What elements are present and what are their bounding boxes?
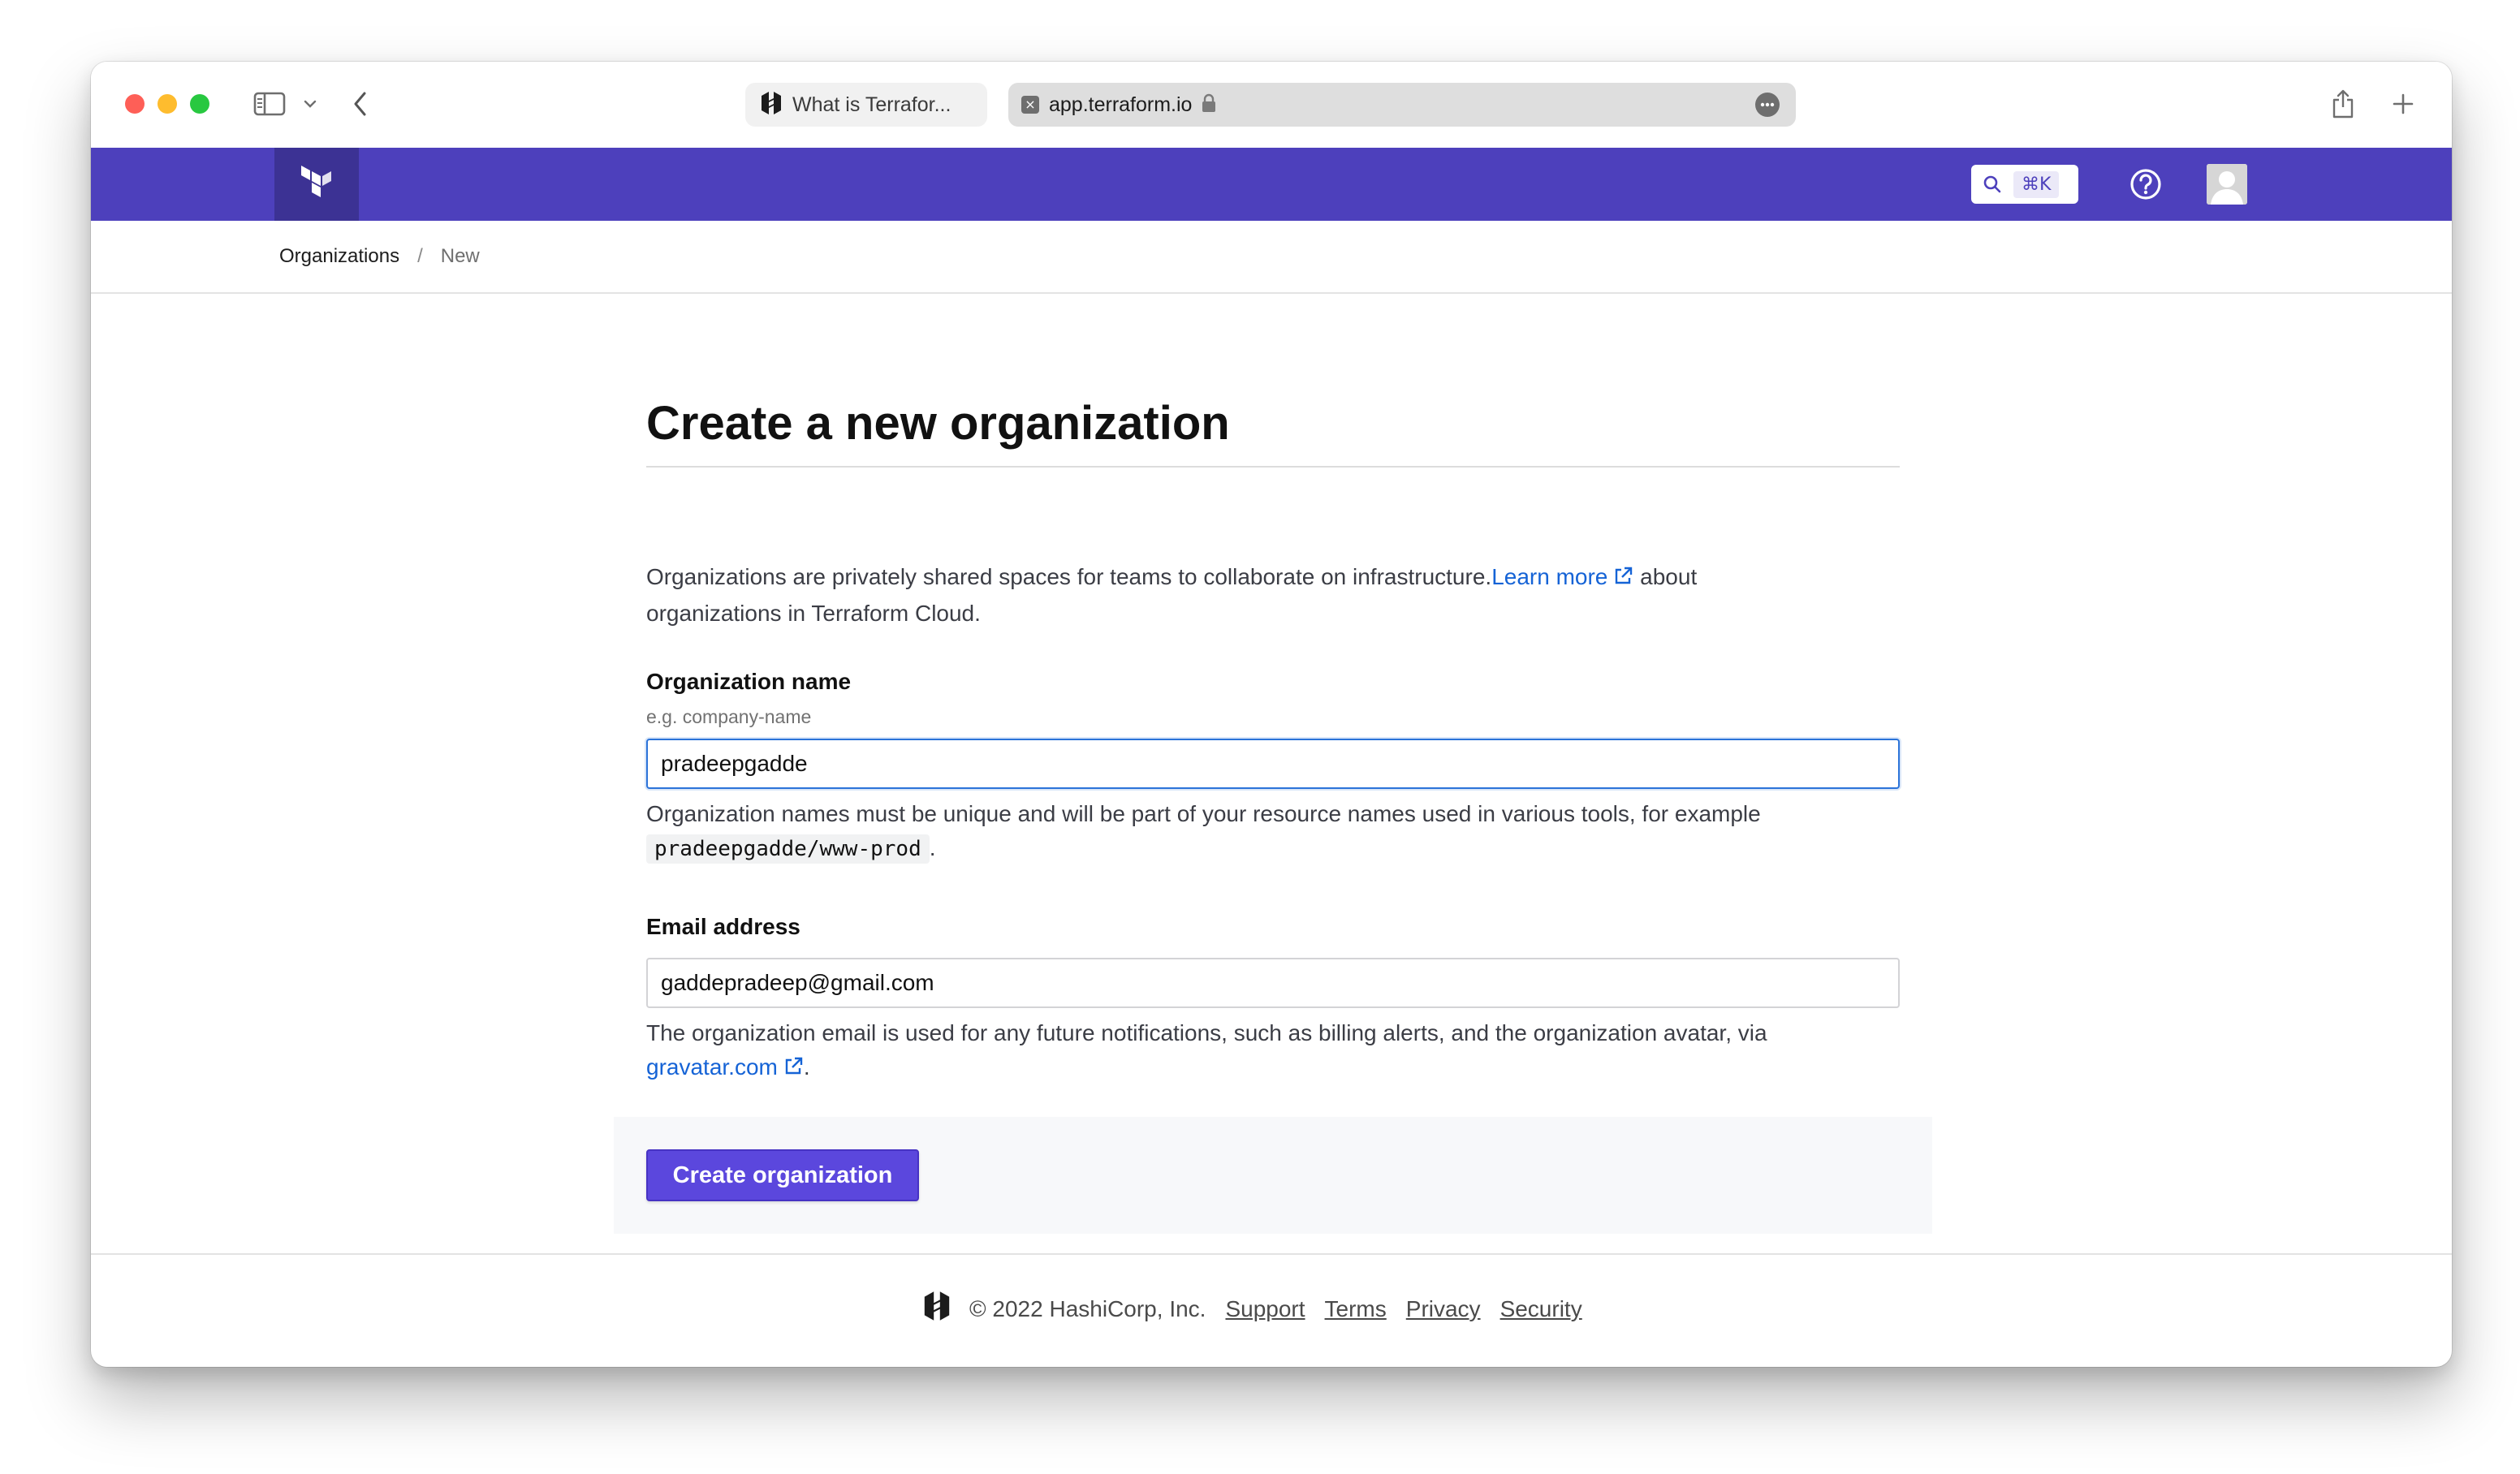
- email-help: The organization email is used for any f…: [646, 1016, 1888, 1087]
- org-name-hint: e.g. company-name: [646, 706, 812, 727]
- footer-link-privacy[interactable]: Privacy: [1406, 1296, 1481, 1322]
- email-help-tail: .: [803, 1054, 810, 1080]
- minimize-window-button[interactable]: [158, 94, 177, 114]
- gravatar-link[interactable]: gravatar.com: [646, 1054, 804, 1080]
- lock-icon: [1202, 93, 1216, 117]
- email-label: Email address: [646, 914, 800, 939]
- hashicorp-logo-icon: [922, 1291, 951, 1327]
- form-actions: Create organization: [614, 1117, 1932, 1234]
- back-arrow-icon[interactable]: [344, 84, 377, 123]
- page-title: Create a new organization: [646, 397, 1230, 450]
- terraform-logo-icon[interactable]: [274, 148, 359, 221]
- external-link-icon: [783, 1053, 804, 1087]
- footer-content: © 2022 HashiCorp, Inc. Support Terms Pri…: [922, 1291, 1582, 1327]
- learn-more-link[interactable]: Learn more: [1491, 564, 1633, 589]
- more-options-icon[interactable]: [1755, 93, 1780, 117]
- create-organization-button[interactable]: Create organization: [646, 1149, 919, 1201]
- title-divider: [646, 466, 1900, 468]
- help-icon[interactable]: [2127, 166, 2164, 203]
- external-link-icon: [1612, 562, 1633, 597]
- new-tab-icon[interactable]: [2385, 84, 2421, 123]
- chevron-down-icon[interactable]: [299, 84, 321, 123]
- breadcrumb-separator: /: [417, 245, 423, 267]
- org-name-label: Organization name: [646, 669, 852, 694]
- sidebar-toggle-icon[interactable]: [250, 84, 289, 123]
- email-input[interactable]: [646, 958, 1900, 1008]
- org-name-help-tail: .: [929, 835, 936, 860]
- close-tab-icon[interactable]: ×: [1021, 96, 1039, 114]
- tab-app-terraform[interactable]: × app.terraform.io: [1008, 83, 1796, 127]
- tab-title: What is Terrafor...: [792, 93, 951, 116]
- org-name-input[interactable]: [646, 739, 1900, 789]
- footer-link-terms[interactable]: Terms: [1325, 1296, 1387, 1322]
- copyright-text: © 2022 HashiCorp, Inc.: [969, 1295, 1206, 1321]
- org-name-help-text: Organization names must be unique and wi…: [646, 801, 1761, 826]
- breadcrumb: Organizations / New: [91, 221, 2452, 294]
- tab-what-is-terraform[interactable]: What is Terrafor...: [745, 83, 987, 127]
- search-icon: [1983, 175, 2002, 194]
- intro-description: Organizations are privately shared space…: [646, 564, 1492, 589]
- search-shortcut: ⌘K: [2013, 170, 2060, 198]
- browser-toolbar: What is Terrafor... × app.terraform.io: [91, 62, 2452, 148]
- close-window-button[interactable]: [125, 94, 145, 114]
- user-avatar[interactable]: [2207, 164, 2247, 205]
- footer-link-support[interactable]: Support: [1225, 1296, 1305, 1322]
- page-footer: © 2022 HashiCorp, Inc. Support Terms Pri…: [91, 1253, 2452, 1367]
- footer-link-security[interactable]: Security: [1500, 1296, 1582, 1322]
- gravatar-label: gravatar.com: [646, 1054, 778, 1080]
- url-text: app.terraform.io: [1049, 93, 1193, 116]
- zoom-window-button[interactable]: [190, 94, 209, 114]
- org-name-help: Organization names must be unique and wi…: [646, 797, 1888, 866]
- search-button[interactable]: ⌘K: [1971, 165, 2078, 204]
- share-icon[interactable]: [2325, 84, 2361, 123]
- breadcrumb-current: New: [440, 245, 480, 267]
- learn-more-label: Learn more: [1491, 564, 1608, 589]
- intro-text: Organizations are privately shared space…: [646, 560, 1832, 631]
- breadcrumb-organizations-link[interactable]: Organizations: [279, 245, 399, 268]
- org-name-example-code: pradeepgadde/www-prod: [646, 834, 930, 864]
- hashicorp-favicon-icon: [760, 91, 783, 119]
- email-help-text: The organization email is used for any f…: [646, 1020, 1767, 1045]
- browser-window: What is Terrafor... × app.terraform.io ⌘…: [91, 62, 2452, 1367]
- app-header: ⌘K: [91, 148, 2452, 221]
